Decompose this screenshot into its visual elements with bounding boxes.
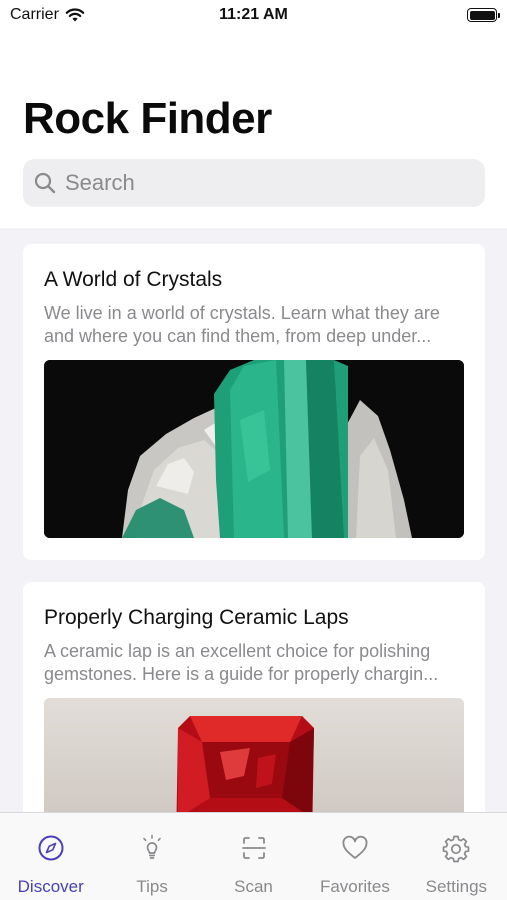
crystal-photo <box>44 360 464 538</box>
article-title: Properly Charging Ceramic Laps <box>44 606 349 629</box>
battery-icon <box>467 8 500 22</box>
ruby-photo <box>44 698 464 812</box>
compass-icon <box>38 835 64 861</box>
page-title: Rock Finder <box>23 94 272 143</box>
tab-settings[interactable]: Settings <box>406 813 507 900</box>
gear-icon <box>442 835 470 863</box>
search-input[interactable] <box>65 170 465 196</box>
tab-discover[interactable]: Discover <box>0 813 101 900</box>
tab-label: Scan <box>234 877 273 896</box>
tab-label: Tips <box>136 877 168 896</box>
article-description: A ceramic lap is an excellent choice for… <box>44 641 439 684</box>
status-time: 11:21 AM <box>219 6 288 23</box>
article-description: We live in a world of crystals. Learn wh… <box>44 303 440 346</box>
lightbulb-icon <box>143 834 161 859</box>
scan-icon <box>241 837 266 859</box>
article-card[interactable]: A World of Crystals We live in a world o… <box>23 244 485 560</box>
tab-label: Settings <box>425 877 488 896</box>
article-title: A World of Crystals <box>44 268 223 291</box>
search-icon <box>34 172 56 194</box>
article-feed[interactable]: A World of Crystals We live in a world o… <box>0 228 507 812</box>
search-bar[interactable] <box>23 159 485 207</box>
tab-tips[interactable]: Tips <box>101 813 202 900</box>
tab-scan[interactable]: Scan <box>203 813 304 900</box>
status-bar: Carrier 11:21 AM <box>0 0 507 30</box>
heart-icon <box>342 835 368 859</box>
tab-bar: Discover Tips Scan Favorites Settings <box>0 812 507 900</box>
tab-label: Discover <box>17 877 84 896</box>
tab-favorites[interactable]: Favorites <box>304 813 405 900</box>
tab-label: Favorites <box>319 877 390 896</box>
article-card[interactable]: Properly Charging Ceramic Laps A ceramic… <box>23 582 485 812</box>
